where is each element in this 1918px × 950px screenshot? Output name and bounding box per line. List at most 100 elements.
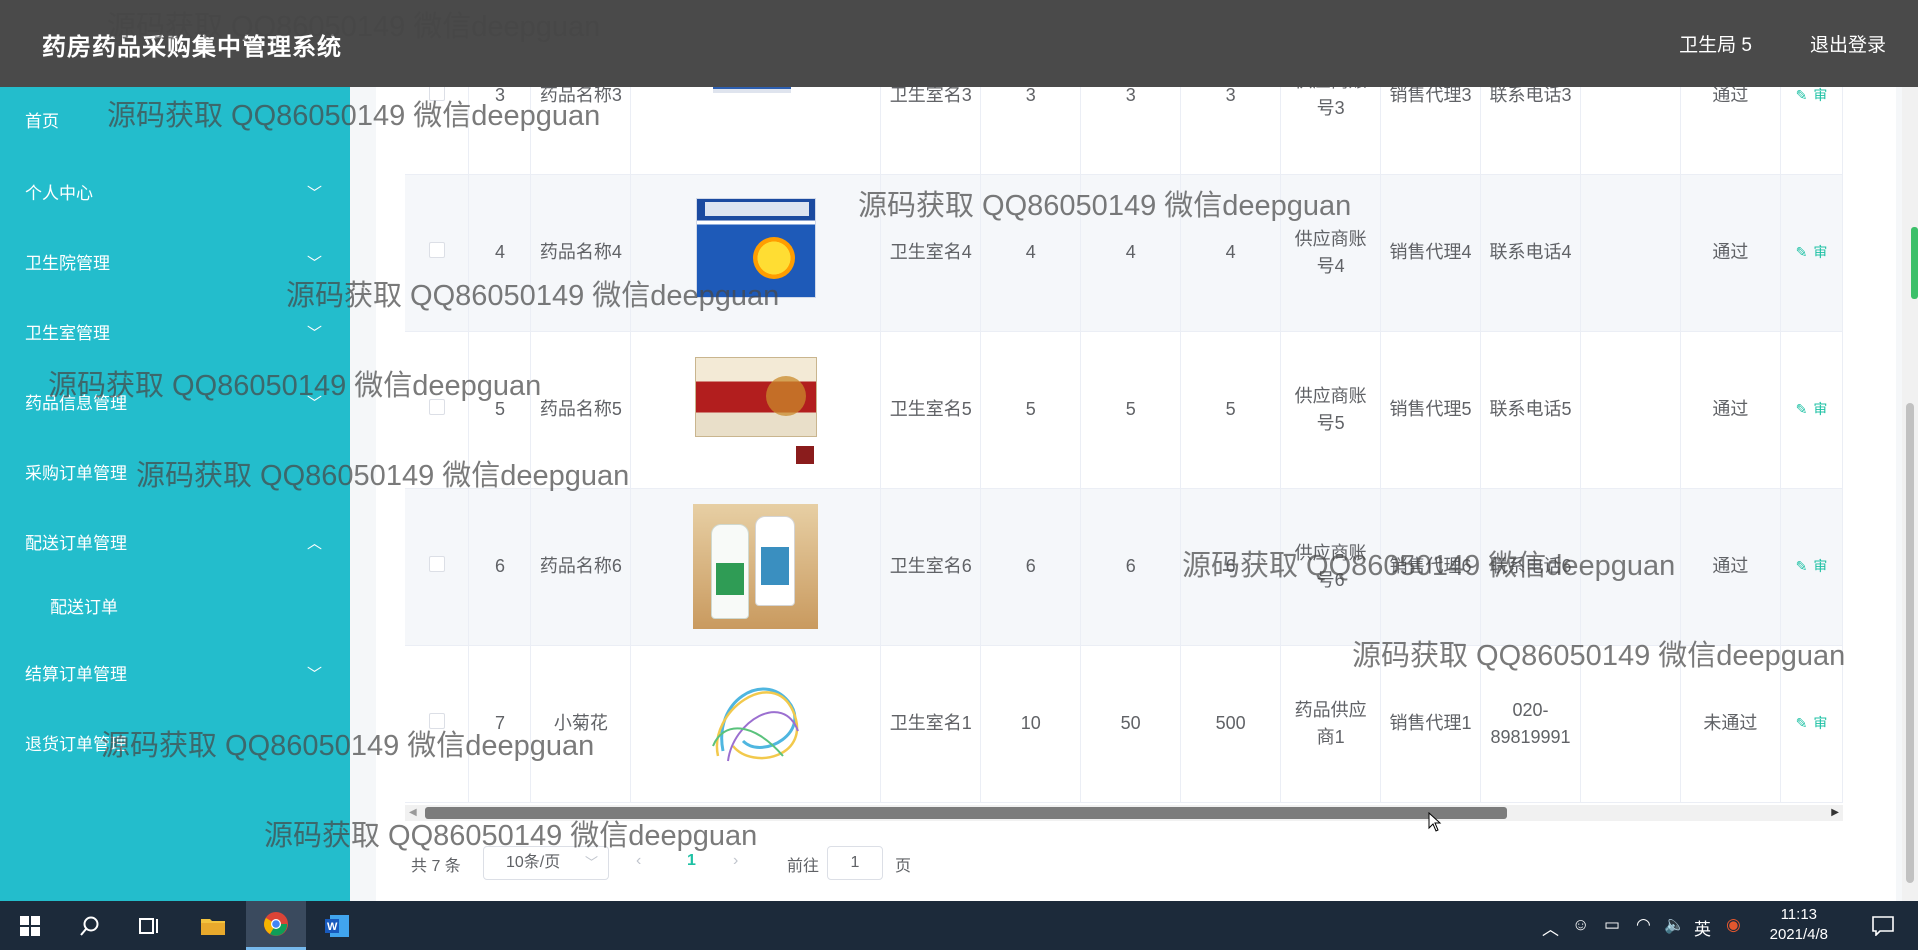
audit-button[interactable]: 审 [1813,87,1827,103]
drug-name-cell: 小菊花 [530,645,632,803]
sidebar-item-drug-info-management[interactable]: 药品信息管理 ﹀ [0,384,350,424]
logout-button[interactable]: 退出登录 [1810,30,1886,57]
row-checkbox[interactable] [428,87,445,101]
file-explorer-icon[interactable] [183,901,243,950]
scroll-right-arrow-icon[interactable]: ▶ [1831,805,1839,821]
windows-start-icon[interactable] [0,901,60,950]
sidebar-item-label: 配送订单 [50,598,118,617]
mouse-cursor-icon [1428,812,1442,832]
drug-name-cell: 药品名称3 [530,87,632,175]
sidebar-item-clinic-management[interactable]: 卫生室管理 ﹀ [0,314,350,354]
operations-cell: ✎ 审 [1780,174,1843,332]
operations-cell: ✎ 审 [1780,87,1843,175]
number-cell: 5 [980,331,1082,489]
page-size-value: 10条/页 [506,854,561,871]
chrome-icon[interactable] [246,901,306,950]
audit-button[interactable]: 审 [1813,715,1827,731]
agent-cell: 销售代理4 [1380,174,1482,332]
taskbar-clock[interactable]: 11:13 2021/4/8 [1770,905,1828,945]
sidebar-item-delivery-order-management[interactable]: 配送订单管理 ︿ [0,524,350,564]
page-size-select[interactable]: 10条/页 ﹀ [483,846,609,880]
edit-icon[interactable]: ✎ [1796,87,1808,103]
audit-button[interactable]: 审 [1813,244,1827,260]
search-icon[interactable] [60,901,120,950]
table-horizontal-scrollbar[interactable]: ◀ ▶ [405,805,1843,821]
drug-image [693,190,818,315]
agent-cell: 销售代理3 [1380,87,1482,175]
drug-image [693,87,818,158]
table-row: 5 药品名称5 卫生室名5 5 5 5 供应商账号5 销售代理5 联系电话5 通… [405,331,1843,489]
supplier-cell: 供应商账号3 [1280,87,1382,175]
sidebar-item-label: 药品信息管理 [25,394,127,413]
table-viewport: 3 药品名称3 卫生室名3 3 3 3 供应商账号3 销售代理3 联系电话3 通… [405,87,1843,805]
goto-page-input[interactable] [827,846,883,880]
supplier-cell: 药品供应商1 [1280,645,1382,803]
row-checkbox[interactable] [428,399,445,415]
chevron-down-icon: ﹀ [306,395,322,412]
edit-icon[interactable]: ✎ [1796,715,1808,731]
page-number-current[interactable]: 1 [687,852,696,870]
wifi-icon[interactable]: ◠ [1636,915,1651,935]
phone-cell: 联系电话5 [1480,331,1582,489]
drug-image [693,504,819,629]
row-checkbox[interactable] [428,713,445,729]
sidebar-menu: 首页 个人中心 ﹀ 卫生院管理 ﹀ 卫生室管理 ﹀ 药品信息管理 ﹀ 采购订单管理 配送… [0,87,350,901]
chevron-down-icon: ﹀ [306,255,322,272]
clinic-name-cell: 卫生室名3 [880,87,982,175]
sidebar-item-return-order-management[interactable]: 退货订单管理 [0,725,350,765]
sidebar-item-hospital-management[interactable]: 卫生院管理 ﹀ [0,244,350,284]
scroll-left-arrow-icon[interactable]: ◀ [409,805,417,821]
row-index: 4 [468,174,532,332]
audit-button[interactable]: 审 [1813,558,1827,574]
sidebar-item-home[interactable]: 首页 [0,102,350,142]
number-cell: 3 [1180,87,1282,175]
sidebar-item-label: 卫生室管理 [25,324,110,343]
current-user-label: 卫生局 5 [1679,35,1752,56]
clock-date: 2021/4/8 [1769,926,1828,943]
empty-cell [1580,331,1681,489]
word-icon[interactable]: W [307,901,367,950]
battery-icon[interactable]: ▭ [1604,915,1620,935]
number-cell: 5 [1180,331,1282,489]
edit-icon[interactable]: ✎ [1796,558,1808,574]
edit-icon[interactable]: ✎ [1796,401,1808,417]
sidebar-item-personal-center[interactable]: 个人中心 ﹀ [0,174,350,214]
notification-icon[interactable] [1858,901,1908,950]
edit-icon[interactable]: ✎ [1796,244,1808,260]
volume-icon[interactable]: 🔈 [1664,915,1685,935]
scrollbar-thumb[interactable] [1906,403,1914,883]
supplier-cell: 供应商账号5 [1280,331,1382,489]
page-vertical-scrollbar[interactable] [1902,87,1918,901]
ime-indicator[interactable]: 英 [1694,915,1711,940]
sogou-input-icon[interactable]: ◉ [1726,915,1741,935]
scroll-indicator [1911,227,1918,299]
phone-cell: 020-89819991 [1480,645,1582,803]
goto-label: 前往 [787,858,820,875]
prev-page-button[interactable]: ‹ [636,852,641,870]
task-view-icon[interactable] [120,901,180,950]
empty-cell [1580,645,1681,803]
sidebar-item-settlement-order-management[interactable]: 结算订单管理 ﹀ [0,655,350,695]
audit-button[interactable]: 审 [1813,401,1827,417]
row-index: 3 [468,87,532,175]
chevron-down-icon: ﹀ [584,855,598,870]
page-suffix-label: 页 [895,858,912,875]
next-page-button[interactable]: › [733,852,738,870]
scrollbar-thumb[interactable] [425,807,1507,819]
status-cell: 通过 [1680,87,1781,175]
row-checkbox[interactable] [428,556,445,572]
tray-app-icon[interactable]: ☺ [1572,915,1589,935]
clinic-name-cell: 卫生室名5 [880,331,982,489]
table-row: 3 药品名称3 卫生室名3 3 3 3 供应商账号3 销售代理3 联系电话3 通… [405,87,1843,175]
number-cell: 10 [980,645,1082,803]
agent-cell: 销售代理6 [1380,488,1482,646]
row-checkbox[interactable] [428,242,445,258]
number-cell: 3 [980,87,1082,175]
sidebar-item-purchase-order-management[interactable]: 采购订单管理 [0,454,350,494]
sidebar-subitem-delivery-order[interactable]: 配送订单 [0,588,350,628]
chevron-up-icon: ︿ [306,535,322,552]
chevron-up-icon[interactable]: ︿ [1542,915,1559,940]
number-cell: 6 [980,488,1082,646]
status-cell: 未通过 [1680,645,1781,803]
supplier-cell: 供应商账号4 [1280,174,1382,332]
